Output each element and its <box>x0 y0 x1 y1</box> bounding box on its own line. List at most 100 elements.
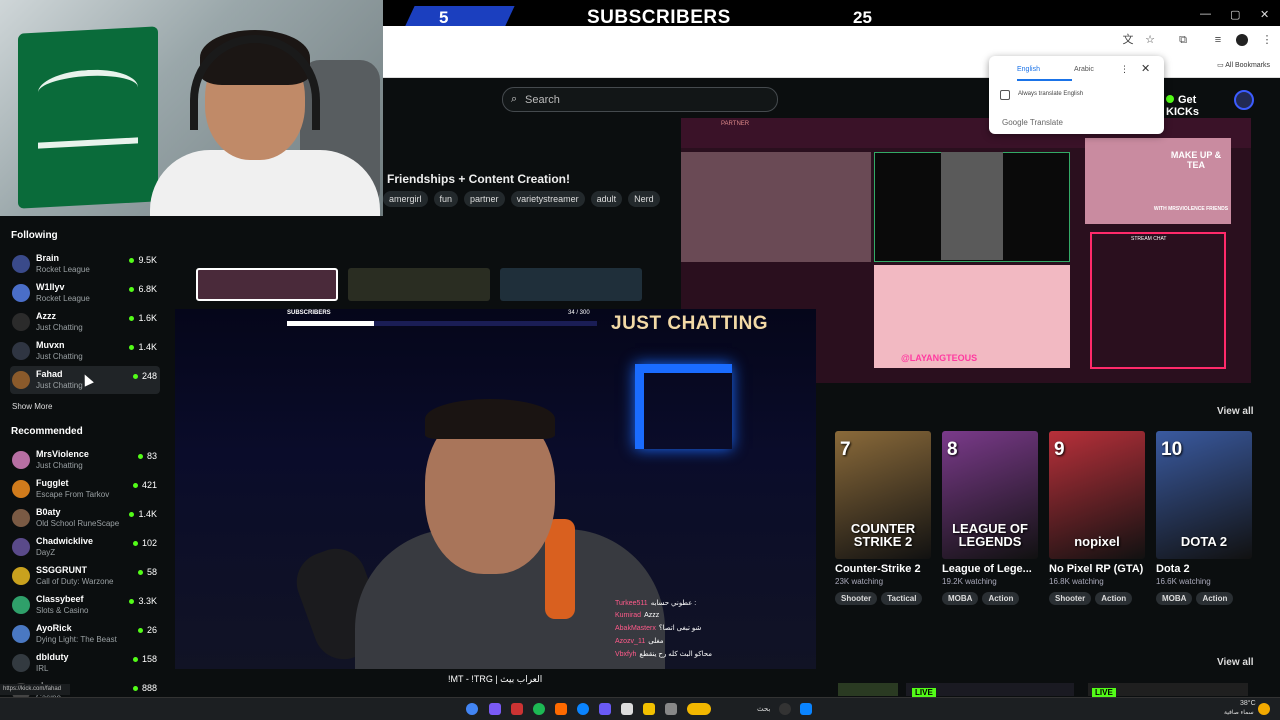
view-all-live-link[interactable]: View all <box>1217 657 1254 668</box>
channel-name: Azzz <box>36 311 56 321</box>
sidebar-channel-chadwicklive[interactable]: Chadwicklive DayZ 102 <box>10 533 160 561</box>
maximize-icon[interactable]: ▢ <box>1230 8 1240 21</box>
file-explorer-icon[interactable] <box>643 703 655 715</box>
edge-icon[interactable] <box>577 703 589 715</box>
live-badge: LIVE <box>912 688 936 697</box>
stream-caption: !MT - !TRG | العراب بيث <box>448 674 543 684</box>
discord-icon[interactable] <box>489 703 501 715</box>
profile-avatar-icon[interactable] <box>1236 34 1248 46</box>
app-icon[interactable] <box>599 703 611 715</box>
category-name[interactable]: No Pixel RP (GTA) <box>1049 563 1145 575</box>
featured-tag[interactable]: adult <box>590 191 623 207</box>
taskbar-search-text[interactable]: بحث <box>757 705 770 713</box>
avatar <box>12 625 30 643</box>
user-avatar-button[interactable] <box>1234 90 1254 110</box>
windows-start-icon[interactable] <box>800 703 812 715</box>
sidebar-channel-fugglet[interactable]: Fugglet Escape From Tarkov 421 <box>10 475 160 503</box>
featured-thumbnail[interactable] <box>348 268 490 301</box>
category-tag[interactable]: Tactical <box>881 592 923 605</box>
more-menu-icon[interactable]: ⋮ <box>1261 34 1273 46</box>
view-all-categories-link[interactable]: View all <box>1217 406 1254 417</box>
category-tag[interactable]: Shooter <box>1049 592 1092 605</box>
close-icon[interactable]: ✕ <box>1141 62 1150 75</box>
live-dot-icon <box>129 287 135 293</box>
more-options-icon[interactable]: ⋮ <box>1120 64 1129 75</box>
avatar <box>12 451 30 469</box>
channel-name: dblduty <box>36 652 69 662</box>
translate-icon[interactable]: 文 <box>1122 34 1134 46</box>
category-art-title: LEAGUE OF LEGENDS <box>952 520 1028 550</box>
featured-tag[interactable]: varietystreamer <box>510 191 585 207</box>
spotify-icon[interactable] <box>533 703 545 715</box>
get-kicks-button[interactable]: Get KICKs <box>1166 88 1228 118</box>
viewer-count: 1.4K <box>129 342 157 352</box>
category-card[interactable]: 10 DOTA 2 Dota 2 16.6K watching MOBA Action <box>1156 431 1252 605</box>
chat-message: Kumirad Azzz <box>615 612 815 619</box>
sidebar-channel-dblduty[interactable]: dblduty IRL 158 <box>10 649 160 677</box>
category-art[interactable]: 9 nopixel <box>1049 431 1145 559</box>
category-tag[interactable]: MOBA <box>1156 592 1193 605</box>
category-tag[interactable]: Action <box>1196 592 1234 605</box>
category-card[interactable]: 7 COUNTER STRIKE 2 Counter-Strike 2 23K wat… <box>835 431 931 605</box>
chrome-icon[interactable] <box>466 703 478 715</box>
category-tag[interactable]: Action <box>1095 592 1133 605</box>
viewer-count-text: 26 <box>146 625 157 635</box>
category-card[interactable]: 8 LEAGUE OF LEGENDS League of Lege... 19.2K… <box>942 431 1038 605</box>
channel-name: Muvxn <box>36 340 65 350</box>
live-dot-icon <box>137 454 143 460</box>
sidebar-channel-mrsviolence[interactable]: MrsViolence Just Chatting 83 <box>10 446 160 474</box>
viewer-count-text: 888 <box>141 683 157 693</box>
sidebar-channel-classybeef[interactable]: Classybeef Slots & Casino 3.3K <box>10 591 160 619</box>
featured-tag[interactable]: partner <box>464 191 505 207</box>
live-thumbnail[interactable] <box>838 683 898 696</box>
live-dot-icon <box>132 483 138 489</box>
sidebar-channel-w1llyv[interactable]: W1llyv Rocket League 6.8K <box>10 279 160 307</box>
sidebar-channel-brain[interactable]: Brain Rocket League 9.5K <box>10 250 160 278</box>
sidebar-channel-azzz[interactable]: Azzz Just Chatting 1.6K <box>10 308 160 336</box>
category-art[interactable]: 7 COUNTER STRIKE 2 <box>835 431 931 559</box>
all-bookmarks-link[interactable]: ▭ All Bookmarks <box>1217 61 1270 69</box>
sidebar-channel-ssggrunt[interactable]: SSGGRUNT Call of Duty: Warzone 58 <box>10 562 160 590</box>
minimize-icon[interactable]: — <box>1200 8 1211 20</box>
translate-tab-arabic[interactable]: Arabic <box>1074 66 1094 73</box>
close-icon[interactable]: ✕ <box>1260 8 1269 21</box>
live-dot-icon <box>137 570 143 576</box>
search-icon[interactable] <box>779 703 791 715</box>
extensions-icon[interactable]: ⧉ <box>1177 34 1189 46</box>
viewer-count: 58 <box>137 567 157 577</box>
translate-popup: English Arabic ⋮ ✕ Always translate Engl… <box>989 56 1164 134</box>
category-tag[interactable]: Action <box>982 592 1020 605</box>
featured-tag[interactable]: fun <box>433 191 459 207</box>
category-name[interactable]: League of Lege... <box>942 563 1038 575</box>
show-more-button[interactable]: Show More <box>12 402 52 411</box>
category-name[interactable]: Counter-Strike 2 <box>835 563 931 575</box>
featured-thumbnail[interactable] <box>500 268 642 301</box>
bookmark-star-icon[interactable]: ☆ <box>1144 34 1156 46</box>
channel-category: Dying Light: The Beast <box>36 635 117 644</box>
featured-tag[interactable]: amergirl <box>383 191 428 207</box>
sidebar-channel-b0aty[interactable]: B0aty Old School RuneScape 1.4K <box>10 504 160 532</box>
translate-tab-english[interactable]: English <box>1017 66 1072 81</box>
app-icon[interactable] <box>665 703 677 715</box>
category-tag[interactable]: MOBA <box>942 592 979 605</box>
channel-name: Fahad <box>36 369 63 379</box>
category-name[interactable]: Dota 2 <box>1156 563 1252 575</box>
category-art[interactable]: 8 LEAGUE OF LEGENDS <box>942 431 1038 559</box>
sidebar-channel-muvxn[interactable]: Muvxn Just Chatting 1.4K <box>10 337 160 365</box>
category-card[interactable]: 9 nopixel No Pixel RP (GTA) 16.8K watching S… <box>1049 431 1145 605</box>
obs-icon[interactable] <box>511 703 523 715</box>
store-icon[interactable] <box>621 703 633 715</box>
always-translate-checkbox[interactable] <box>1000 90 1010 100</box>
app-icon[interactable] <box>555 703 567 715</box>
sidebar-channel-ayorick[interactable]: AyoRick Dying Light: The Beast 26 <box>10 620 160 648</box>
search-input[interactable]: ⌕ Search <box>502 87 778 112</box>
category-tag[interactable]: Shooter <box>835 592 878 605</box>
avatar <box>12 255 30 273</box>
reading-list-icon[interactable]: ≡ <box>1212 34 1224 46</box>
category-watching: 16.8K watching <box>1049 577 1104 586</box>
featured-tag[interactable]: Nerd <box>628 191 660 207</box>
app-icon[interactable] <box>687 703 711 715</box>
featured-thumbnail[interactable] <box>196 268 338 301</box>
category-art[interactable]: 10 DOTA 2 <box>1156 431 1252 559</box>
streamer-shirt <box>150 150 380 216</box>
